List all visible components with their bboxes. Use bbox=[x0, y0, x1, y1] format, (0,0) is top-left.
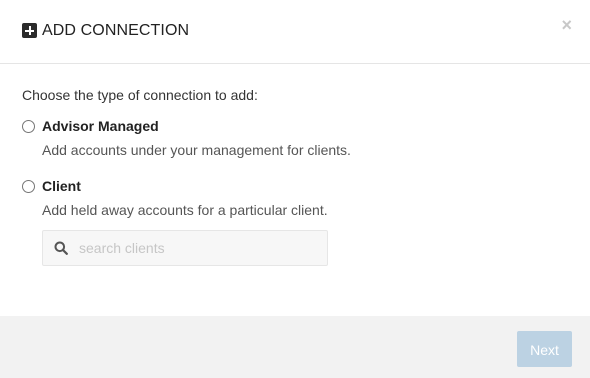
client-radio[interactable] bbox=[22, 180, 35, 193]
client-description: Add held away accounts for a particular … bbox=[42, 202, 328, 218]
modal-footer: Next bbox=[0, 316, 590, 378]
search-clients-input[interactable] bbox=[79, 231, 319, 265]
close-button[interactable]: × bbox=[561, 15, 572, 35]
search-icon bbox=[54, 241, 68, 255]
advisor-managed-description: Add accounts under your management for c… bbox=[42, 142, 351, 158]
add-connection-modal: ADD CONNECTION × Choose the type of conn… bbox=[0, 0, 590, 378]
modal-title: ADD CONNECTION bbox=[42, 22, 190, 39]
client-label[interactable]: Client bbox=[42, 177, 81, 195]
advisor-managed-radio[interactable] bbox=[22, 120, 35, 133]
connection-type-prompt: Choose the type of connection to add: bbox=[22, 87, 258, 103]
advisor-managed-label[interactable]: Advisor Managed bbox=[42, 117, 159, 135]
plus-square-icon bbox=[22, 23, 37, 38]
client-search-box[interactable] bbox=[42, 230, 328, 266]
modal-header: ADD CONNECTION × bbox=[0, 0, 590, 64]
next-button[interactable]: Next bbox=[517, 331, 572, 367]
